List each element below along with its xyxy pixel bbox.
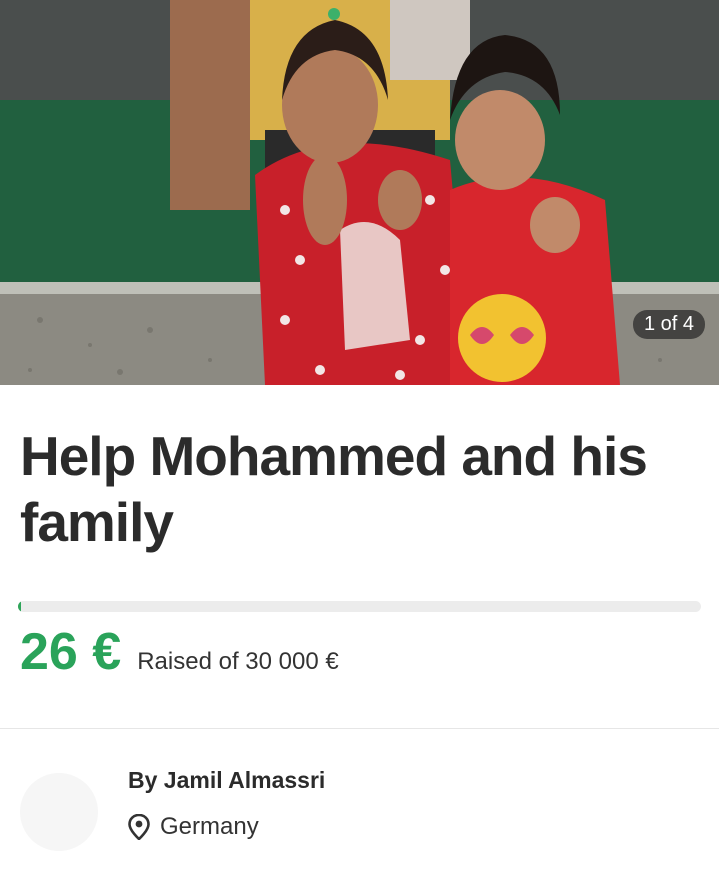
organizer-location: Germany — [128, 813, 259, 841]
raised-amount: 26 € — [20, 623, 122, 681]
organizer-location-label: Germany — [160, 813, 259, 840]
progress-bar — [18, 601, 701, 612]
campaign-title: Help Mohammed and his family — [20, 425, 648, 553]
campaign-photo-image — [0, 0, 719, 385]
photo-counter: 1 of 4 — [632, 310, 705, 339]
map-pin-icon — [128, 814, 150, 840]
organizer-card[interactable]: By Jamil Almassri Germany — [0, 729, 719, 869]
organizer-name[interactable]: By Jamil Almassri — [128, 767, 325, 794]
progress-fill — [18, 601, 21, 612]
campaign-photo[interactable]: 1 of 4 — [0, 0, 719, 385]
raised-goal-text: Raised of 30 000 € — [137, 648, 339, 675]
avatar[interactable] — [20, 773, 98, 851]
funding-summary: 26 € Raised of 30 000 € — [0, 612, 719, 684]
